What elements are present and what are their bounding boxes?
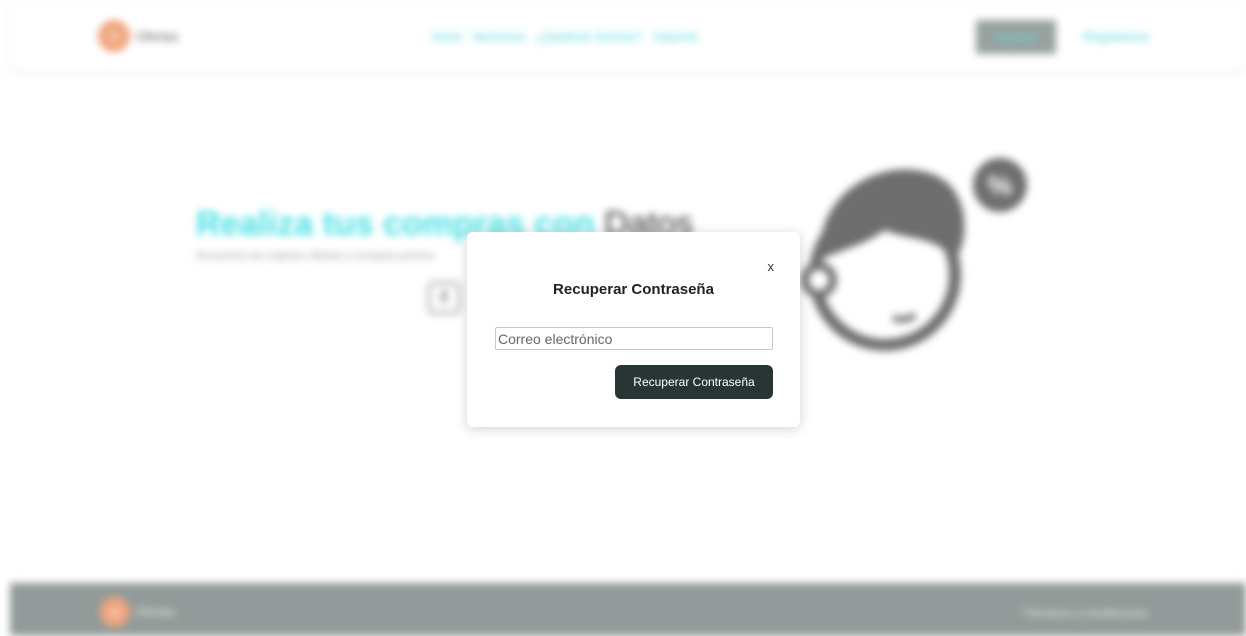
brand-name: Ofertas — [136, 28, 179, 44]
recover-password-modal: x Recuperar Contraseña Recuperar Contras… — [467, 232, 800, 427]
brand[interactable]: O Ofertas — [98, 20, 179, 52]
nav-links: Inicio Servicios ¿Quiénes Somos? Soporte — [432, 29, 698, 44]
login-button[interactable]: Ingresar — [976, 20, 1056, 54]
facebook-icon[interactable]: f — [428, 282, 460, 314]
close-icon[interactable]: x — [768, 259, 775, 274]
person-illustration: % — [801, 158, 1027, 351]
navbar: O Ofertas Inicio Servicios ¿Quiénes Somo… — [10, 0, 1246, 70]
footer: O Ofertas Términos y condiciones — [10, 583, 1246, 636]
recover-password-button[interactable]: Recuperar Contraseña — [615, 365, 773, 399]
hero-subtitle: Encuentra las mejores ofertas y compara … — [196, 250, 436, 262]
footer-brand-name: Ofertas — [136, 605, 176, 619]
nav-link-inicio[interactable]: Inicio — [432, 29, 462, 44]
nav-link-soporte[interactable]: Soporte — [653, 29, 699, 44]
nav-link-servicios[interactable]: Servicios — [472, 29, 525, 44]
footer-logo-icon: O — [100, 597, 130, 627]
brand-logo-icon: O — [98, 20, 130, 52]
terms-link[interactable]: Términos y condiciones — [1022, 606, 1148, 620]
nav-link-quienes-somos[interactable]: ¿Quiénes Somos? — [535, 29, 643, 44]
register-link[interactable]: Registrarse — [1083, 29, 1149, 44]
footer-brand[interactable]: O Ofertas — [100, 597, 175, 627]
modal-title: Recuperar Contraseña — [553, 281, 714, 298]
svg-text:%: % — [988, 170, 1013, 201]
email-field[interactable] — [495, 327, 773, 350]
